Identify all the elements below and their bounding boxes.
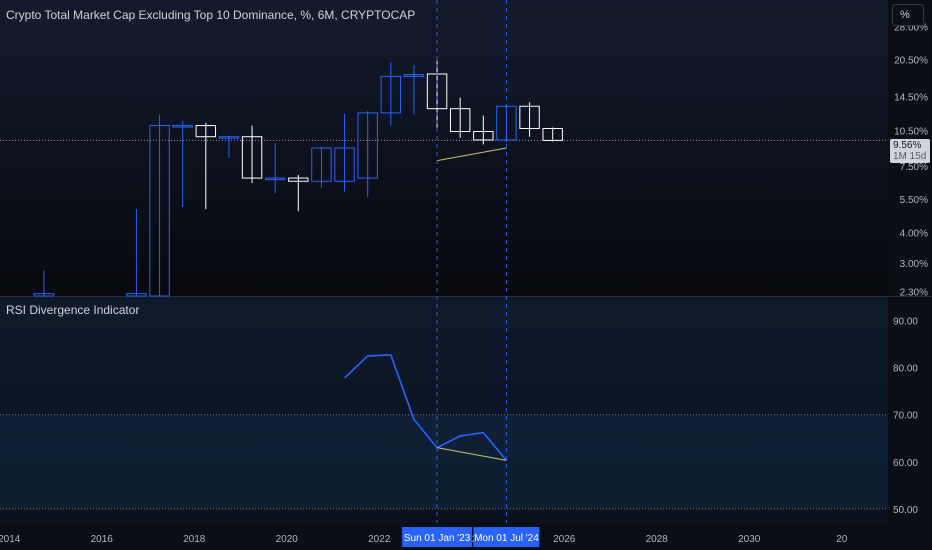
rsi-axis-tick-label: 90.00: [893, 317, 918, 328]
rsi-axis-tick-label: 70.00: [893, 411, 918, 422]
rsi-axis-tick-label: 60.00: [893, 458, 918, 469]
time-axis-tick-label: 2016: [91, 534, 114, 545]
time-axis-tick-label: 20: [836, 534, 848, 545]
price-axis-tick-label: 7.50%: [900, 162, 928, 173]
date-label: Mon 01 Jul '24: [474, 533, 539, 544]
chart-canvas[interactable]: 28.00%20.50%14.50%10.50%7.50%5.50%4.00%3…: [0, 0, 932, 550]
chart-root: 28.00% 20.50% 14.50% 10.50% 7.50% 5.50% 4.00% 3…: [0, 0, 932, 550]
rsi-axis-tick-label: 50.00: [893, 505, 918, 516]
price-axis-tick-label: 2.30%: [900, 287, 928, 298]
chart-title: Crypto Total Market Cap Excluding Top 10…: [6, 8, 416, 22]
rsi-band: [0, 414, 888, 509]
time-axis-tick-label: 2018: [183, 534, 206, 545]
unit-toggle-button[interactable]: %: [892, 4, 924, 26]
price-axis-tick-label: 4.00%: [900, 229, 928, 240]
time-axis-tick-label: 2022: [368, 534, 391, 545]
price-axis-tick-label: 14.50%: [894, 92, 928, 103]
rsi-axis-tick-label: 80.00: [893, 364, 918, 375]
last-price-value: 9.56%: [893, 140, 922, 151]
price-axis-tick-label: 3.00%: [900, 259, 928, 270]
time-axis-tick-label: 2028: [646, 534, 669, 545]
last-price-badge: 9.56% 1M 15d: [890, 139, 930, 163]
time-axis-tick-label: 2020: [276, 534, 299, 545]
bar-countdown: 1M 15d: [893, 151, 927, 162]
time-axis-tick-label: 2026: [553, 534, 576, 545]
time-axis-tick-label: 2030: [738, 534, 761, 545]
price-axis-tick-label: 10.50%: [894, 126, 928, 137]
price-axis-tick-label: 20.50%: [894, 56, 928, 67]
time-axis-tick-label: 2014: [0, 534, 21, 545]
main-pane-background: [0, 0, 888, 296]
price-axis-tick-label: 5.50%: [900, 195, 928, 206]
date-label: Sun 01 Jan '23: [404, 533, 471, 544]
indicator-title: RSI Divergence Indicator: [6, 303, 140, 317]
